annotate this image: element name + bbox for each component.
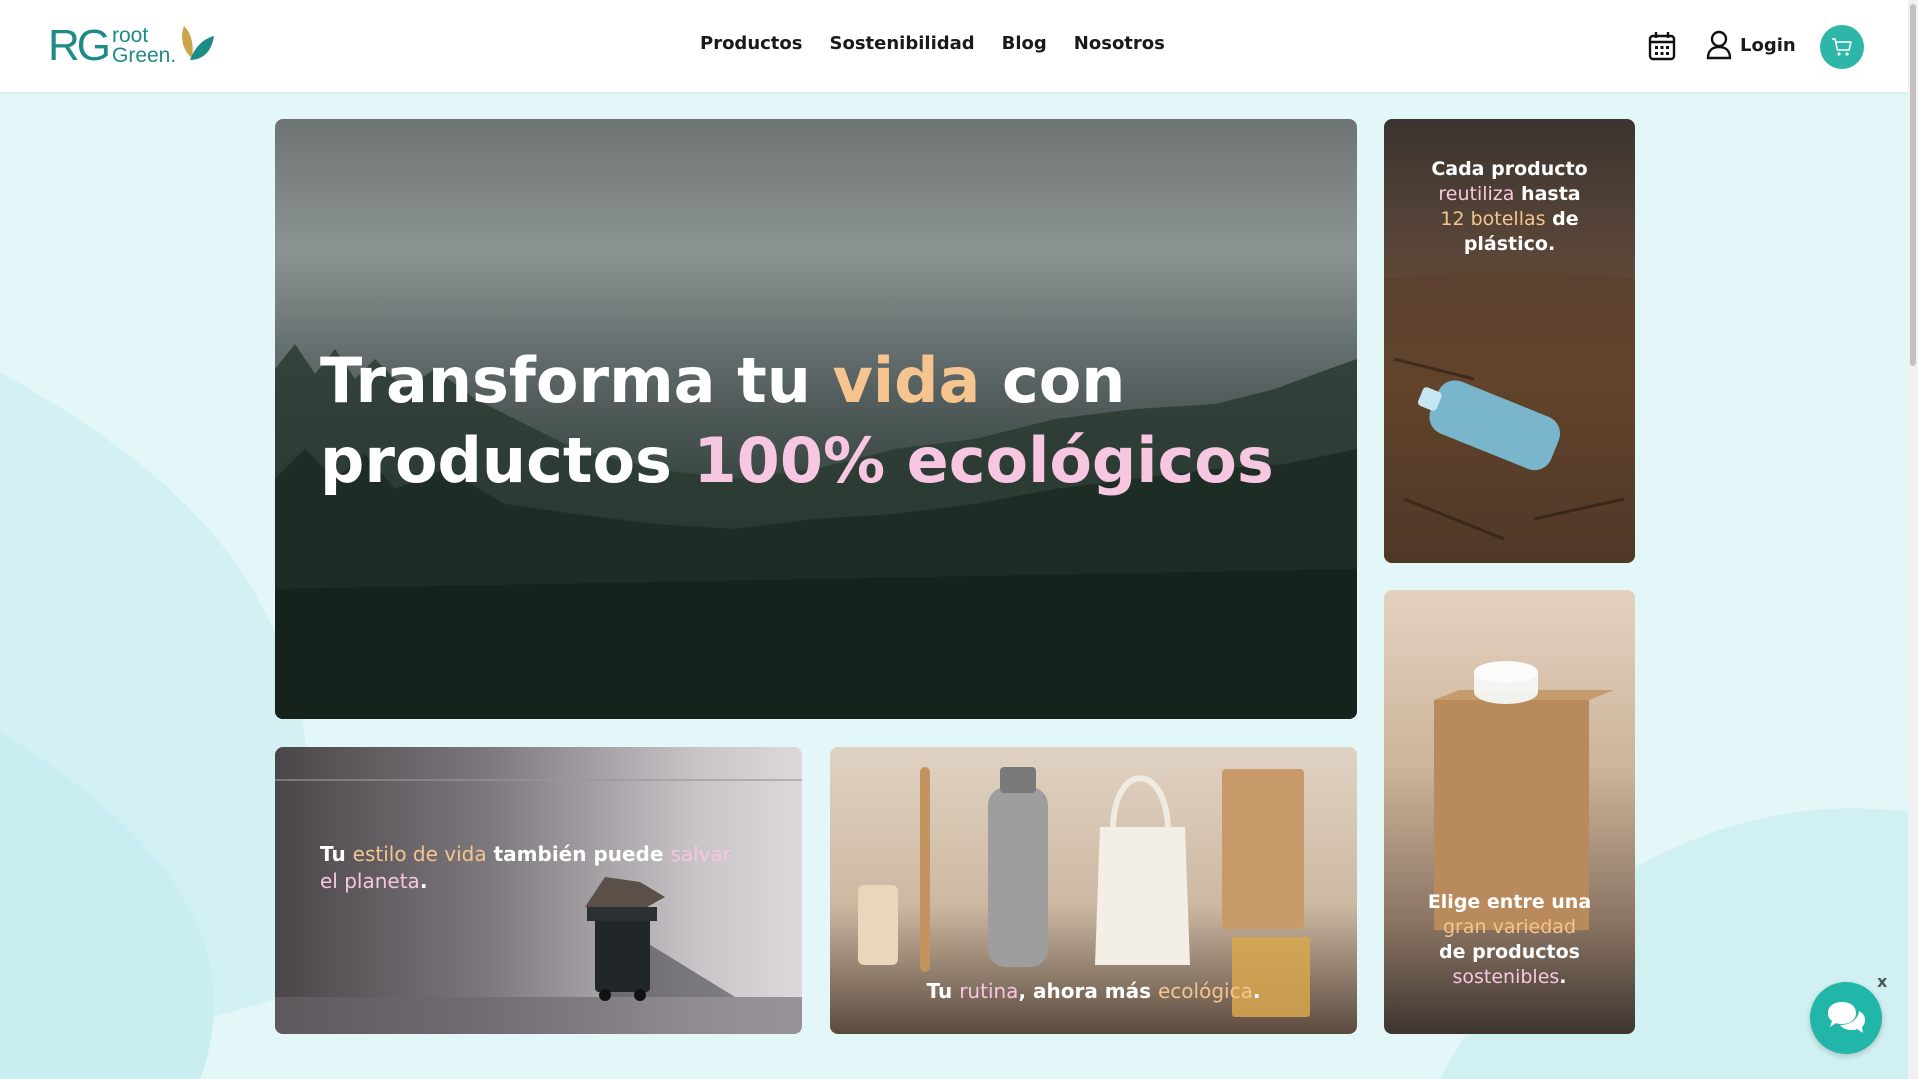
promo-card-variety[interactable]: Elige entre una gran variedad de product… — [1384, 590, 1635, 1034]
variety-text-de-productos: de productos — [1439, 941, 1580, 963]
nav-nosotros[interactable]: Nosotros — [1074, 33, 1165, 54]
variety-text-sostenibles: sostenibles — [1452, 966, 1560, 988]
cart-icon — [1832, 38, 1852, 56]
hero-title-part-3: con — [980, 344, 1126, 417]
site-header: RG root Green. Productos Sostenibilidad … — [0, 0, 1908, 92]
variety-text-period: . — [1559, 966, 1567, 988]
brand-logo[interactable]: RG root Green. — [48, 20, 216, 72]
hero-title-part-1: Transforma tu — [320, 344, 833, 417]
variety-card-text: Elige entre una gran variedad de product… — [1404, 890, 1615, 990]
brand-name: root Green. — [112, 24, 177, 67]
nav-blog[interactable]: Blog — [1002, 33, 1047, 54]
bottle-text-reutiliza: reutiliza — [1438, 183, 1515, 205]
bottle-text-hasta: hasta — [1514, 183, 1581, 205]
chat-button[interactable] — [1810, 982, 1882, 1054]
hero-title-part-4: productos — [320, 424, 694, 497]
routine-text-period: . — [1252, 979, 1261, 1003]
scrollbar-thumb[interactable] — [1910, 4, 1916, 366]
lifestyle-text-estilo: estilo de vida — [352, 842, 487, 866]
variety-text-1: Elige entre una — [1427, 891, 1592, 913]
brand-initials: RG — [48, 21, 111, 70]
login-label: Login — [1740, 34, 1796, 56]
page-scrollbar[interactable] — [1908, 0, 1918, 1079]
user-icon — [1706, 30, 1732, 60]
lifestyle-card-text: Tu estilo de vida también puede salvar e… — [320, 841, 770, 895]
chat-bubbles-icon — [1828, 1002, 1865, 1033]
cart-button[interactable] — [1820, 25, 1864, 69]
hero-title-highlight-vida: vida — [832, 344, 981, 417]
bottle-text-plastico: plástico. — [1463, 233, 1556, 255]
nav-productos[interactable]: Productos — [700, 33, 803, 54]
promo-card-lifestyle[interactable]: Tu estilo de vida también puede salvar e… — [275, 747, 802, 1034]
login-button[interactable]: Login — [1706, 30, 1796, 60]
leaf-icon — [182, 26, 215, 60]
main-nav: Productos Sostenibilidad Blog Nosotros — [700, 33, 1165, 54]
routine-text-ahora: , ahora más — [1018, 979, 1158, 1003]
hero-banner[interactable]: Transforma tu vida con productos 100% ec… — [275, 119, 1357, 719]
bottle-text-de: de — [1545, 208, 1579, 230]
calendar-icon[interactable] — [1648, 31, 1676, 61]
variety-text-gran-variedad: gran variedad — [1442, 916, 1577, 938]
lifestyle-text-planeta: el planeta — [320, 869, 420, 893]
bottle-text-1: Cada producto — [1431, 158, 1588, 180]
brand-line-2: Green. — [112, 44, 177, 67]
routine-text-ecologica: ecológica — [1158, 979, 1253, 1003]
hero-title: Transforma tu vida con productos 100% ec… — [320, 341, 1300, 501]
lifestyle-text-salvar: salvar — [670, 842, 731, 866]
bottle-text-12-botellas: 12 botellas — [1440, 208, 1546, 230]
routine-text-rutina: rutina — [959, 979, 1019, 1003]
lifestyle-text-tambien: también puede — [486, 842, 671, 866]
promo-card-routine[interactable]: Tu rutina, ahora más ecológica. — [830, 747, 1357, 1034]
chat-close-button[interactable]: x — [1877, 972, 1887, 991]
routine-card-text: Tu rutina, ahora más ecológica. — [830, 978, 1357, 1005]
lifestyle-text-period: . — [419, 869, 428, 893]
promo-card-bottles[interactable]: Cada producto reutiliza hasta 12 botella… — [1384, 119, 1635, 563]
hero-title-highlight-ecologicos: 100% ecológicos — [693, 424, 1274, 497]
routine-text-tu: Tu — [926, 979, 960, 1003]
brand-line-1: root — [112, 24, 149, 48]
bottle-card-text: Cada producto reutiliza hasta 12 botella… — [1404, 157, 1615, 257]
nav-sostenibilidad[interactable]: Sostenibilidad — [830, 33, 975, 54]
lifestyle-text-tu: Tu — [320, 842, 353, 866]
